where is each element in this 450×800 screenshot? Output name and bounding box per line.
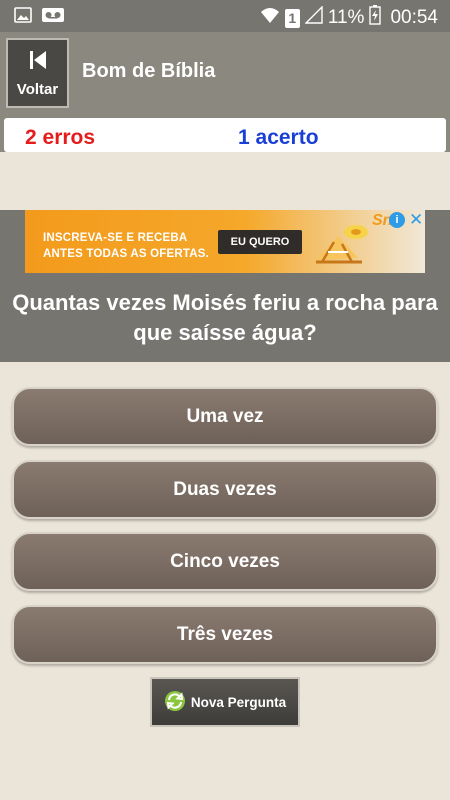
ad-container: INSCREVA-SE E RECEBA ANTES TODAS AS OFER… — [0, 210, 450, 273]
sim-badge: 1 — [284, 8, 300, 28]
clock: 00:54 — [390, 7, 438, 28]
answer-button-3[interactable]: Cinco vezes — [12, 532, 438, 591]
score-bar: 2 erros 1 acerto — [0, 114, 450, 152]
app-header: Voltar Bom de Bíblia — [0, 32, 450, 114]
ad-text-line-2: ANTES TODAS AS OFERTAS. — [43, 248, 210, 260]
voicemail-icon — [42, 7, 64, 28]
answer-button-2[interactable]: Duas vezes — [12, 460, 438, 519]
ad-close-icon[interactable]: ✕ — [409, 210, 423, 230]
ad-cta-button[interactable]: EU QUERO — [218, 230, 302, 254]
image-icon — [14, 7, 32, 28]
hits-count: 1 acerto — [238, 126, 319, 149]
status-bar: 1 11% 00:54 — [0, 0, 450, 32]
new-question-label: Nova Pergunta — [190, 694, 287, 710]
beach-chair-icon — [308, 218, 370, 273]
ad-banner[interactable]: INSCREVA-SE E RECEBA ANTES TODAS AS OFER… — [25, 210, 425, 273]
skip-back-icon — [29, 51, 46, 69]
battery-percent: 11% — [327, 7, 365, 28]
ad-text: INSCREVA-SE E RECEBA ANTES TODAS AS OFER… — [43, 230, 209, 262]
score-panel: 2 erros 1 acerto — [4, 118, 446, 152]
back-label: Voltar — [16, 81, 59, 98]
wifi-icon — [260, 6, 280, 30]
page-title: Bom de Bíblia — [82, 60, 216, 82]
ad-info-icon[interactable]: i — [389, 212, 405, 228]
back-button[interactable]: Voltar — [6, 38, 69, 108]
ad-text-line-1: INSCREVA-SE E RECEBA — [43, 232, 188, 244]
signal-icon — [304, 5, 323, 30]
errors-count: 2 erros — [25, 126, 96, 149]
answer-button-1[interactable]: Uma vez — [12, 387, 438, 446]
new-question-button[interactable]: Nova Pergunta — [150, 677, 300, 727]
battery-charging-icon — [369, 5, 382, 31]
question-text: Quantas vezes Moisés feriu a rocha para … — [0, 273, 450, 362]
answer-button-4[interactable]: Três vezes — [12, 605, 438, 664]
refresh-icon — [164, 690, 186, 715]
